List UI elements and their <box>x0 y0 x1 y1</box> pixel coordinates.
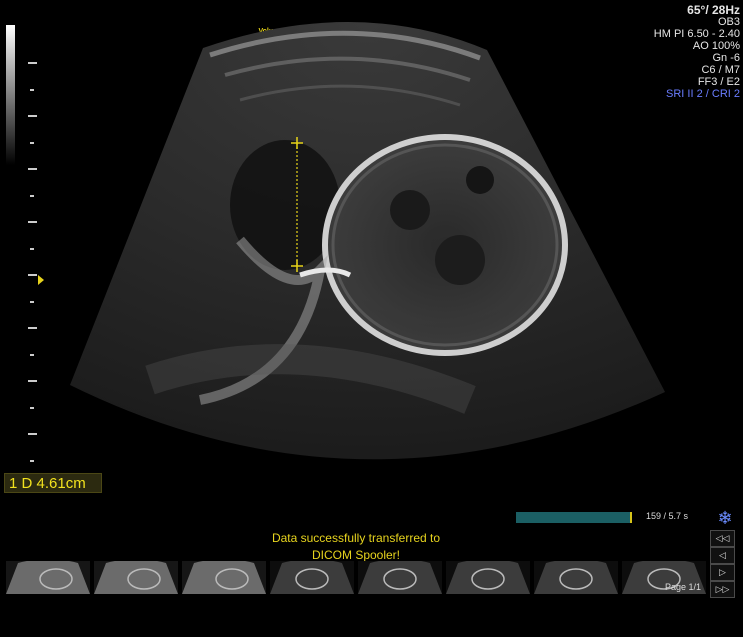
last-page-icon: ▷▷ <box>715 584 730 594</box>
measurement-result: 1 D 4.61cm <box>4 473 102 493</box>
thumbnail-image <box>182 561 266 594</box>
next-page-icon: ▷ <box>719 567 726 577</box>
thumbnail-image <box>270 561 354 594</box>
cine-frame-info: 159 / 5.7 s <box>646 511 689 521</box>
ultrasound-image[interactable] <box>0 0 743 500</box>
last-page-button[interactable]: ▷▷ <box>710 581 735 598</box>
thumbnail-clip-1[interactable] <box>6 561 90 594</box>
thumbnail-clip-6[interactable] <box>446 561 530 594</box>
thumbnail-image <box>6 561 90 594</box>
prev-page-button[interactable]: ◁ <box>710 547 735 564</box>
first-page-button[interactable]: ◁◁ <box>710 530 735 547</box>
thumbnail-strip <box>6 561 706 594</box>
thumbnail-clip-4[interactable] <box>270 561 354 594</box>
thumbnail-clip-5[interactable] <box>358 561 442 594</box>
prev-page-icon: ◁ <box>719 550 726 560</box>
thumbnail-clip-2[interactable] <box>94 561 178 594</box>
ultrasound-screen: Voluson P8 65°/ 28Hz OB3 HM PI 6.50 - 2.… <box>0 0 743 637</box>
thumbnail-image <box>358 561 442 594</box>
dicom-status-message: Data successfully transferred to DICOM S… <box>240 530 472 564</box>
first-page-icon: ◁◁ <box>715 533 730 543</box>
next-page-button[interactable]: ▷ <box>710 564 735 581</box>
thumbnail-clip-7[interactable] <box>534 561 618 594</box>
cine-progress-bar[interactable] <box>516 512 632 523</box>
status-line-1: Data successfully transferred to <box>271 531 441 545</box>
page-indicator: Page 1/1 <box>665 582 702 592</box>
thumbnail-image <box>534 561 618 594</box>
freeze-snowflake-icon[interactable]: ❄ <box>716 509 734 527</box>
thumbnail-image <box>446 561 530 594</box>
thumbnail-image <box>94 561 178 594</box>
thumbnail-clip-3[interactable] <box>182 561 266 594</box>
